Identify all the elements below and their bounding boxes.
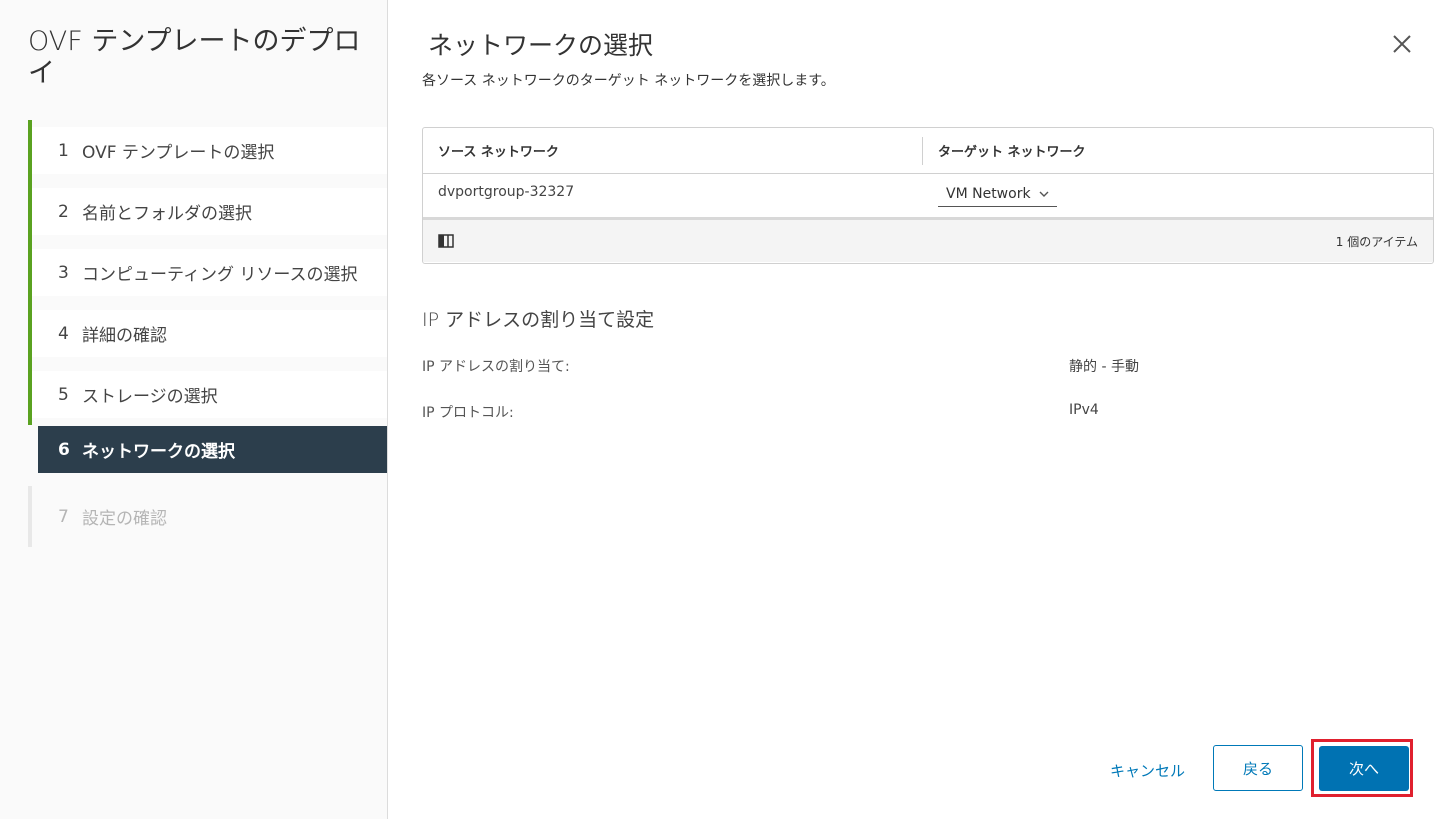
step-row[interactable]: 6 ネットワークの選択 xyxy=(38,426,387,473)
column-header-target[interactable]: ターゲット ネットワーク xyxy=(923,141,1086,160)
step-3[interactable]: 3 コンピューティング リソースの選択 xyxy=(28,242,387,303)
step-label: ストレージの選択 xyxy=(82,387,218,407)
ip-protocol-value: IPv4 xyxy=(1069,402,1099,418)
close-icon[interactable] xyxy=(1388,30,1416,58)
step-label: ネットワークの選択 xyxy=(82,442,235,462)
ip-allocation-label: IP アドレスの割り当て: xyxy=(422,359,570,375)
step-5[interactable]: 5 ストレージの選択 xyxy=(28,364,387,425)
item-count: 1 個のアイテム xyxy=(1335,234,1418,249)
step-label: 詳細の確認 xyxy=(82,326,167,346)
step-label: コンピューティング リソースの選択 xyxy=(82,265,358,285)
table-row: dvportgroup-32327 VM Network xyxy=(423,174,1433,220)
target-network-cell: VM Network xyxy=(923,174,1057,217)
step-bar xyxy=(28,425,32,486)
step-label: OVF テンプレートの選択 xyxy=(82,143,275,163)
step-4[interactable]: 4 詳細の確認 xyxy=(28,303,387,364)
ip-allocation-section-title: IP アドレスの割り当て設定 xyxy=(422,309,655,331)
step-row[interactable]: 5 ストレージの選択 xyxy=(32,371,387,418)
step-6-active[interactable]: 6 ネットワークの選択 xyxy=(28,425,387,486)
step-1[interactable]: 1 OVF テンプレートの選択 xyxy=(28,120,387,181)
step-row[interactable]: 1 OVF テンプレートの選択 xyxy=(32,127,387,174)
step-row[interactable]: 4 詳細の確認 xyxy=(32,310,387,357)
column-header-source[interactable]: ソース ネットワーク xyxy=(423,128,923,173)
step-number: 3 xyxy=(58,262,69,283)
cancel-button[interactable]: キャンセル xyxy=(1110,760,1185,781)
grid-footer: 1 個のアイテム xyxy=(423,220,1433,262)
step-row: 7 設定の確認 xyxy=(32,493,387,540)
network-mapping-grid: ソース ネットワーク ターゲット ネットワーク dvportgroup-3232… xyxy=(422,127,1434,264)
wizard-sidebar: OVF テンプレートのデプロイ 1 OVF テンプレートの選択 2 名前とフォル… xyxy=(0,0,388,819)
target-network-select[interactable]: VM Network xyxy=(938,186,1057,207)
column-toggle-icon[interactable] xyxy=(438,234,454,248)
step-2[interactable]: 2 名前とフォルダの選択 xyxy=(28,181,387,242)
step-number: 4 xyxy=(58,323,69,344)
step-label: 名前とフォルダの選択 xyxy=(82,204,252,224)
wizard-steps: 1 OVF テンプレートの選択 2 名前とフォルダの選択 3 コンピューティング… xyxy=(28,120,387,547)
step-row[interactable]: 2 名前とフォルダの選択 xyxy=(32,188,387,235)
step-number: 7 xyxy=(58,506,69,527)
step-7: 7 設定の確認 xyxy=(28,486,387,547)
step-row[interactable]: 3 コンピューティング リソースの選択 xyxy=(32,249,387,296)
wizard-title: OVF テンプレートのデプロイ xyxy=(28,26,361,89)
step-number: 6 xyxy=(58,439,70,460)
grid-header: ソース ネットワーク ターゲット ネットワーク xyxy=(423,128,1433,174)
step-number: 5 xyxy=(58,384,69,405)
step-number: 1 xyxy=(58,140,69,161)
ip-allocation-value: 静的 - 手動 xyxy=(1069,359,1139,375)
source-network-cell: dvportgroup-32327 xyxy=(438,184,575,200)
ip-protocol-label: IP プロトコル: xyxy=(422,405,514,421)
chevron-down-icon xyxy=(1039,191,1049,197)
step-number: 2 xyxy=(58,201,69,222)
page-title: ネットワークの選択 xyxy=(428,31,654,60)
page-subtitle: 各ソース ネットワークのターゲット ネットワークを選択します。 xyxy=(422,73,835,89)
back-button[interactable]: 戻る xyxy=(1213,745,1303,791)
target-network-value: VM Network xyxy=(946,186,1031,202)
wizard-content: ネットワークの選択 各ソース ネットワークのターゲット ネットワークを選択します… xyxy=(388,0,1436,819)
next-button[interactable]: 次へ xyxy=(1319,746,1409,791)
step-label: 設定の確認 xyxy=(82,509,167,529)
